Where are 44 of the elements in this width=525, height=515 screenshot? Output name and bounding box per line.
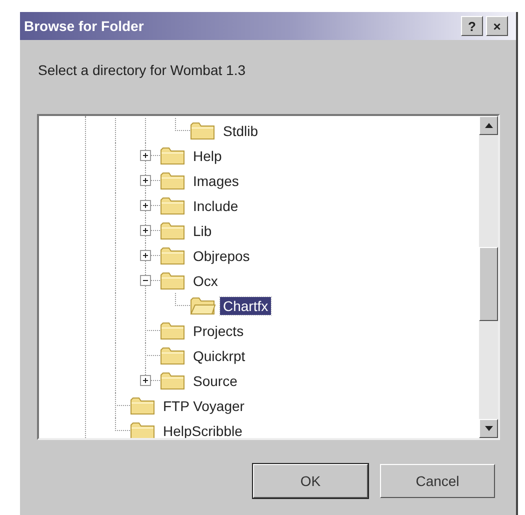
folder-icon [160, 170, 186, 190]
scroll-thumb[interactable] [479, 247, 498, 321]
folder-item[interactable]: FTP Voyager [160, 396, 248, 414]
expand-icon[interactable] [140, 375, 151, 386]
expand-icon[interactable] [140, 200, 151, 211]
folder-icon [160, 196, 186, 216]
prompt-text: Select a directory for Wombat 1.3 [37, 61, 246, 80]
expand-icon[interactable] [140, 150, 151, 161]
close-button[interactable]: × [486, 16, 508, 36]
window-title: Browse for Folder [24, 18, 145, 34]
folder-item[interactable]: Projects [190, 322, 247, 340]
folder-item[interactable]: Ocx [190, 272, 221, 290]
expand-icon[interactable] [140, 175, 151, 186]
vertical-scrollbar[interactable] [479, 116, 498, 438]
folder-item[interactable]: Objrepos [190, 246, 253, 264]
down-arrow-icon [484, 426, 492, 431]
folder-icon [160, 146, 186, 166]
folder-icon [160, 370, 186, 390]
folder-item[interactable]: Chartfx [220, 296, 272, 314]
folder-item[interactable]: Quickrpt [190, 346, 248, 364]
cancel-button[interactable]: Cancel [380, 464, 495, 498]
folder-icon [160, 246, 186, 266]
folder-icon [160, 270, 186, 290]
folder-icon [160, 346, 186, 366]
help-button[interactable]: ? [461, 16, 483, 36]
folder-item[interactable]: Source [190, 372, 240, 390]
folder-icon [130, 420, 156, 438]
folder-icon [190, 120, 216, 140]
folder-item[interactable]: Include [190, 196, 242, 214]
folder-icon [160, 320, 186, 340]
expand-icon[interactable] [140, 250, 151, 261]
up-arrow-icon [484, 123, 492, 128]
folder-item[interactable]: Lib [190, 222, 215, 240]
expand-icon[interactable] [140, 225, 151, 236]
folder-icon [160, 220, 186, 240]
folder-item[interactable]: Images [190, 172, 242, 190]
folder-item[interactable]: Help [190, 146, 225, 164]
folder-item[interactable]: Stdlib [220, 122, 262, 140]
folder-icon [130, 396, 156, 416]
ok-button[interactable]: OK [253, 464, 368, 498]
collapse-icon[interactable] [140, 275, 151, 286]
open-folder-icon [190, 296, 216, 316]
scroll-down-button[interactable] [479, 419, 498, 438]
scroll-up-button[interactable] [479, 116, 498, 135]
